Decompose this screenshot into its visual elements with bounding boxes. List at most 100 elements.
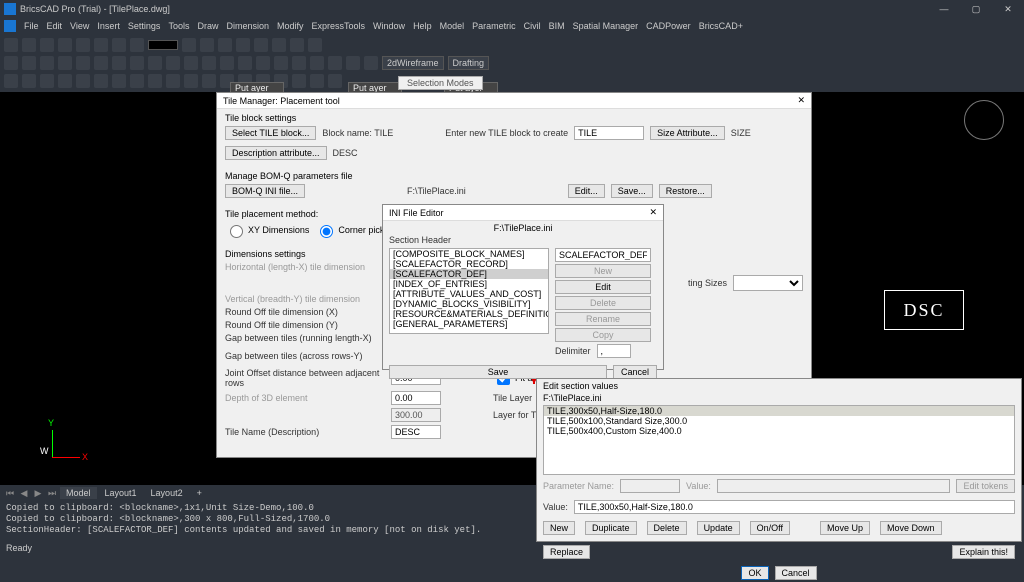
tool-icon[interactable] (166, 56, 180, 70)
list-item[interactable]: [RESOURCE&MATERIALS_DEFINITION] (390, 309, 548, 319)
nav-compass-icon[interactable] (964, 100, 1004, 140)
menu-expresstools[interactable]: ExpressTools (312, 21, 366, 31)
joint-offset-input[interactable] (391, 391, 441, 405)
list-item[interactable]: [COMPOSITE_BLOCK_NAMES] (390, 249, 548, 259)
cancel-button[interactable]: Cancel (775, 566, 817, 580)
tool-icon[interactable] (292, 74, 306, 88)
section-name-input[interactable] (555, 248, 651, 262)
menu-modify[interactable]: Modify (277, 21, 304, 31)
menu-parametric[interactable]: Parametric (472, 21, 516, 31)
edit-button[interactable]: Edit... (568, 184, 605, 198)
list-item[interactable]: TILE,500x100,Standard Size,300.0 (544, 416, 1014, 426)
tool-icon[interactable] (236, 38, 250, 52)
visual-style-combo[interactable]: 2dWireframe (382, 56, 444, 70)
menu-file[interactable]: File (24, 21, 39, 31)
select-tile-block-button[interactable]: Select TILE block... (225, 126, 316, 140)
delimiter-input[interactable] (597, 344, 631, 358)
tool-icon[interactable] (272, 38, 286, 52)
tool-icon[interactable] (346, 56, 360, 70)
copy-button[interactable]: Copy (555, 328, 651, 342)
tool-icon[interactable] (40, 74, 54, 88)
tool-icon[interactable] (112, 38, 126, 52)
value-input[interactable] (574, 500, 1015, 514)
menu-cadpower[interactable]: CADPower (646, 21, 691, 31)
tile-block-input[interactable] (574, 126, 644, 140)
delete-button[interactable]: Delete (647, 521, 687, 535)
list-item[interactable]: [GENERAL_PARAMETERS] (390, 319, 548, 329)
close-icon[interactable]: ✕ (649, 207, 657, 218)
menu-bim[interactable]: BIM (549, 21, 565, 31)
onoff-button[interactable]: On/Off (750, 521, 790, 535)
tool-icon[interactable] (148, 74, 162, 88)
save-button[interactable]: Save (389, 365, 607, 379)
tool-icon[interactable] (22, 56, 36, 70)
menu-insert[interactable]: Insert (97, 21, 120, 31)
color-swatch[interactable] (148, 40, 178, 50)
tool-icon[interactable] (292, 56, 306, 70)
tool-icon[interactable] (130, 56, 144, 70)
tool-icon[interactable] (94, 38, 108, 52)
menu-model[interactable]: Model (440, 21, 465, 31)
tool-icon[interactable] (40, 38, 54, 52)
tool-icon[interactable] (76, 38, 90, 52)
moveup-button[interactable]: Move Up (820, 521, 870, 535)
tool-icon[interactable] (184, 56, 198, 70)
tool-icon[interactable] (328, 74, 342, 88)
tool-icon[interactable] (22, 74, 36, 88)
tool-icon[interactable] (310, 56, 324, 70)
tool-icon[interactable] (220, 56, 234, 70)
tool-icon[interactable] (238, 56, 252, 70)
tool-icon[interactable] (328, 56, 342, 70)
edit-tokens-button[interactable]: Edit tokens (956, 479, 1015, 493)
tab-next-icon[interactable]: ▶ (32, 488, 44, 499)
tool-icon[interactable] (202, 56, 216, 70)
duplicate-button[interactable]: Duplicate (585, 521, 637, 535)
tool-icon[interactable] (274, 56, 288, 70)
menu-settings[interactable]: Settings (128, 21, 161, 31)
tool-icon[interactable] (58, 74, 72, 88)
tool-icon[interactable] (4, 74, 18, 88)
list-item[interactable]: [DYNAMIC_BLOCKS_VISIBILITY] (390, 299, 548, 309)
movedown-button[interactable]: Move Down (880, 521, 942, 535)
menu-civil[interactable]: Civil (524, 21, 541, 31)
explain-button[interactable]: Explain this! (952, 545, 1015, 559)
tool-icon[interactable] (200, 38, 214, 52)
replace-button[interactable]: Replace (543, 545, 590, 559)
list-item[interactable]: TILE,500x400,Custom Size,400.0 (544, 426, 1014, 436)
tool-icon[interactable] (76, 74, 90, 88)
list-item[interactable]: [ATTRIBUTE_VALUES_AND_COST] (390, 289, 548, 299)
update-button[interactable]: Update (697, 521, 740, 535)
tool-icon[interactable] (218, 38, 232, 52)
restore-button[interactable]: Restore... (659, 184, 712, 198)
tab-layout2[interactable]: Layout2 (145, 487, 189, 499)
section-list[interactable]: [COMPOSITE_BLOCK_NAMES] [SCALEFACTOR_REC… (389, 248, 549, 334)
tool-icon[interactable] (364, 56, 378, 70)
tool-icon[interactable] (290, 38, 304, 52)
existing-sizes-combo[interactable] (733, 275, 803, 291)
tool-icon[interactable] (308, 38, 322, 52)
tool-icon[interactable] (256, 56, 270, 70)
radio-xy[interactable]: XY Dimensions (225, 222, 309, 238)
menu-spatial[interactable]: Spatial Manager (573, 21, 639, 31)
radio-corner[interactable]: Corner picks (315, 222, 389, 238)
tool-icon[interactable] (254, 38, 268, 52)
tool-icon[interactable] (58, 56, 72, 70)
list-item[interactable]: [INDEX_OF_ENTRIES] (390, 279, 548, 289)
drafting-combo[interactable]: Drafting (448, 56, 490, 70)
close-button[interactable]: ✕ (996, 4, 1020, 15)
tab-layout1[interactable]: Layout1 (99, 487, 143, 499)
close-icon[interactable]: ✕ (797, 95, 805, 106)
tool-icon[interactable] (202, 74, 216, 88)
save-button[interactable]: Save... (611, 184, 653, 198)
tool-icon[interactable] (94, 74, 108, 88)
tool-icon[interactable] (22, 38, 36, 52)
tool-icon[interactable] (76, 56, 90, 70)
list-item[interactable]: [SCALEFACTOR_DEF] (390, 269, 548, 279)
tool-icon[interactable] (4, 56, 18, 70)
tab-prev-icon[interactable]: ◀ (18, 488, 30, 499)
tab-model[interactable]: Model (60, 487, 97, 499)
tool-icon[interactable] (130, 38, 144, 52)
menu-edit[interactable]: Edit (47, 21, 63, 31)
menu-view[interactable]: View (70, 21, 89, 31)
edit-button[interactable]: Edit (555, 280, 651, 294)
